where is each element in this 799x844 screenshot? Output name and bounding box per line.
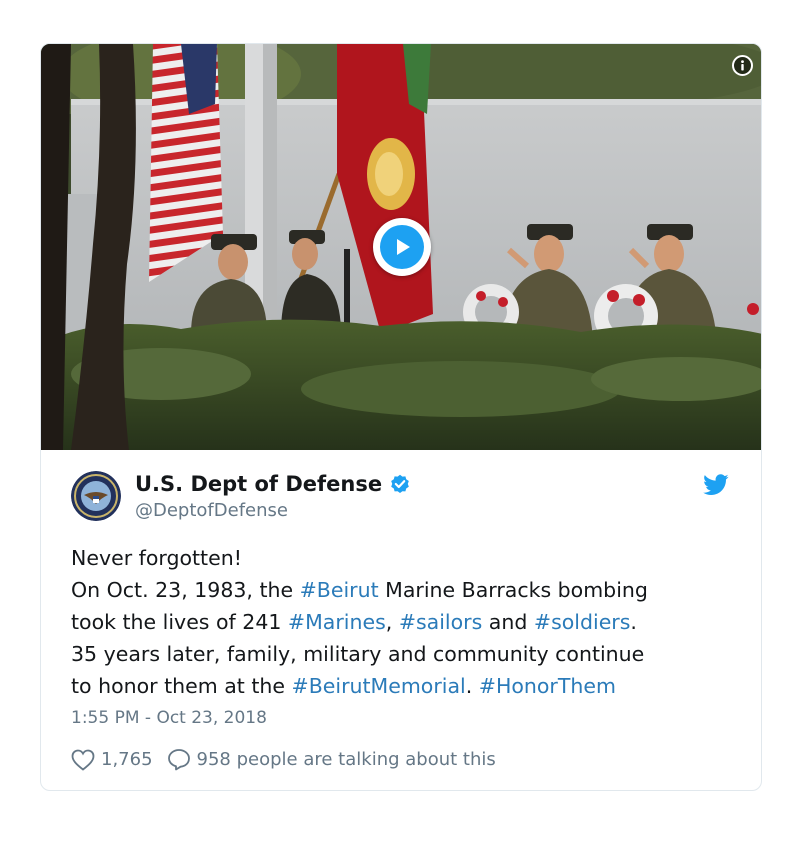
speech-bubble-icon <box>167 749 190 771</box>
like-button[interactable]: 1,765 <box>71 749 153 771</box>
tweet-actions: 1,765 958 people are talking about this <box>71 748 496 771</box>
author-display-name[interactable]: U.S. Dept of Defense <box>135 471 410 497</box>
tweet-line-1: Never forgotten! <box>71 542 741 574</box>
tweet-line-5: to honor them at the #BeirutMemorial. #H… <box>71 670 741 702</box>
text-segment: took the lives of 241 <box>71 610 288 634</box>
tweet-timestamp[interactable]: 1:55 PM - Oct 23, 2018 <box>71 708 267 728</box>
twitter-bird-icon[interactable] <box>703 474 729 500</box>
text-segment: , <box>385 610 399 634</box>
author-names: U.S. Dept of Defense @DeptofDefense <box>135 471 410 523</box>
hashtag-soldiers-link[interactable]: #soldiers <box>534 610 631 634</box>
hashtag-marines-link[interactable]: #Marines <box>288 610 386 634</box>
hashtag-beirutmemorial-link[interactable]: #BeirutMemorial <box>292 674 466 698</box>
text-segment: . <box>465 674 479 698</box>
heart-icon <box>71 749 95 771</box>
info-glyph <box>741 60 744 71</box>
play-video-button[interactable] <box>373 218 431 276</box>
text-segment: 35 years later, family, military and com… <box>71 642 645 666</box>
text-segment: On Oct. 23, 1983, the <box>71 578 300 602</box>
hashtag-beirut-link[interactable]: #Beirut <box>300 578 379 602</box>
display-name-text: U.S. Dept of Defense <box>135 472 383 496</box>
embedded-tweet-card: U.S. Dept of Defense @DeptofDefense Neve… <box>40 43 762 791</box>
text-segment: Never forgotten! <box>71 546 242 570</box>
text-segment: to honor them at the <box>71 674 292 698</box>
avatar[interactable] <box>71 471 121 521</box>
hashtag-sailors-link[interactable]: #sailors <box>399 610 482 634</box>
info-icon[interactable] <box>732 55 753 76</box>
video-thumbnail[interactable] <box>41 44 761 450</box>
author-handle[interactable]: @DeptofDefense <box>135 499 410 523</box>
like-count: 1,765 <box>101 749 153 770</box>
text-segment: . <box>630 610 637 634</box>
text-segment: Marine Barracks bombing <box>378 578 648 602</box>
tweet-line-2: On Oct. 23, 1983, the #Beirut Marine Bar… <box>71 574 741 606</box>
tweet-author: U.S. Dept of Defense @DeptofDefense <box>71 471 410 523</box>
text-segment: and <box>482 610 534 634</box>
conversation-button[interactable]: 958 people are talking about this <box>167 748 496 771</box>
tweet-line-4: 35 years later, family, military and com… <box>71 638 741 670</box>
tweet-line-3: took the lives of 241 #Marines, #sailors… <box>71 606 741 638</box>
play-icon <box>380 225 424 269</box>
hashtag-honorthem-link[interactable]: #HonorThem <box>479 674 616 698</box>
verified-badge-icon <box>390 474 410 494</box>
dod-seal-icon <box>71 471 121 521</box>
tweet-text: Never forgotten! On Oct. 23, 1983, the #… <box>71 542 741 702</box>
talking-count: 958 people are talking about this <box>196 749 496 770</box>
